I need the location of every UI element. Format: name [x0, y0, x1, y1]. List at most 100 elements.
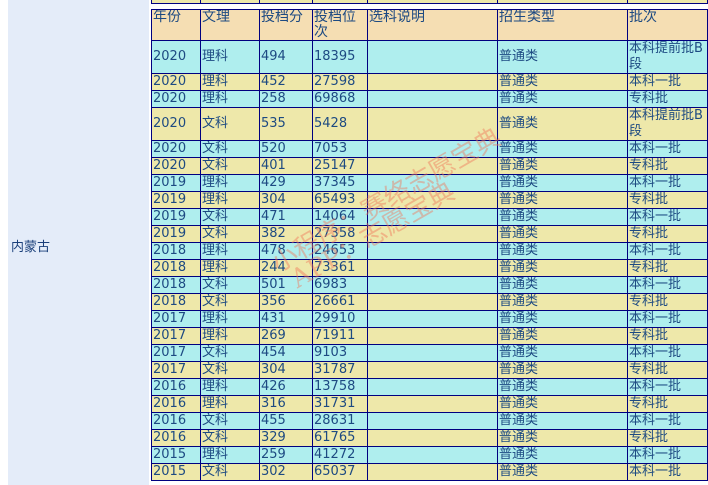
table-row: 2018 理科 244 73361 普通类 专科批: [151, 259, 708, 277]
cell-year: 2016: [151, 378, 201, 396]
header-subject: 文理: [200, 9, 260, 41]
cell-score: 382: [259, 225, 313, 243]
cell-subject: 理科: [200, 310, 260, 328]
table-row: 2020 文科 535 5428 普通类 本科提前批B段: [151, 107, 708, 141]
cell-score: 535: [259, 107, 313, 141]
cell-rank: 14064: [312, 208, 368, 226]
cell-subject-note: [367, 40, 498, 74]
cell-subject-note: [367, 259, 498, 277]
cell-batch: 专科批: [627, 327, 708, 345]
cell-score: 452: [259, 73, 313, 91]
cell-subject: 文科: [200, 344, 260, 362]
cell-score: 501: [259, 276, 313, 294]
cell-batch: 本科一批: [627, 344, 708, 362]
cell-subject-note: [367, 90, 498, 108]
cell-admission-type: 普通类: [497, 140, 628, 158]
cell-subject: 文科: [200, 107, 260, 141]
cell-year: 2018: [151, 276, 201, 294]
table-row: 2019 理科 429 37345 普通类 本科一批: [151, 174, 708, 192]
table-row: 2020 文科 520 7053 普通类 本科一批: [151, 140, 708, 158]
cell-score: 478: [259, 242, 313, 260]
cell-year: 2016: [151, 395, 201, 413]
table-row: 2017 文科 304 31787 普通类 专科批: [151, 361, 708, 379]
cell-admission-type: 普通类: [497, 293, 628, 311]
cell-year: 2020: [151, 107, 201, 141]
cell-rank: 41272: [312, 446, 368, 464]
cell-admission-type: 普通类: [497, 395, 628, 413]
cell-batch: 本科一批: [627, 446, 708, 464]
cell-rank: 65493: [312, 191, 368, 209]
header-score: 投档分: [259, 9, 313, 41]
cell-subject: 理科: [200, 446, 260, 464]
cell-score: 454: [259, 344, 313, 362]
table-row: 2019 理科 304 65493 普通类 专科批: [151, 191, 708, 209]
cell-batch: 专科批: [627, 293, 708, 311]
cell-score: 431: [259, 310, 313, 328]
header-admission-type: 招生类型: [497, 9, 628, 41]
cell-admission-type: 普通类: [497, 40, 628, 74]
cell-year: 2017: [151, 327, 201, 345]
cell-subject-note: [367, 429, 498, 447]
header-batch: 批次: [627, 9, 708, 41]
cell-rank: 18395: [312, 40, 368, 74]
header-subject-note: 选科说明: [367, 9, 498, 41]
cell-rank: 71911: [312, 327, 368, 345]
table-row: 2019 文科 471 14064 普通类 本科一批: [151, 208, 708, 226]
cell-admission-type: 普通类: [497, 90, 628, 108]
cell-score: 304: [259, 361, 313, 379]
cell-year: 2017: [151, 361, 201, 379]
cell-score: 302: [259, 463, 313, 481]
cell-score: 304: [259, 191, 313, 209]
table-row: 2016 理科 426 13758 普通类 本科一批: [151, 378, 708, 396]
cell-rank: 61765: [312, 429, 368, 447]
cell-subject: 理科: [200, 327, 260, 345]
cell-year: 2020: [151, 157, 201, 175]
cell-rank: 25147: [312, 157, 368, 175]
cell-admission-type: 普通类: [497, 259, 628, 277]
table-row: 2020 理科 494 18395 普通类 本科提前批B段: [151, 40, 708, 74]
cell-rank: 69868: [312, 90, 368, 108]
cell-rank: 37345: [312, 174, 368, 192]
cell-batch: 本科提前批B段: [627, 107, 708, 141]
cell-batch: 本科一批: [627, 276, 708, 294]
cell-subject-note: [367, 412, 498, 430]
cell-subject-note: [367, 463, 498, 481]
cell-admission-type: 普通类: [497, 429, 628, 447]
cell-year: 2019: [151, 225, 201, 243]
cell-year: 2018: [151, 242, 201, 260]
cell-admission-type: 普通类: [497, 276, 628, 294]
cell-admission-type: 普通类: [497, 107, 628, 141]
cell-subject: 文科: [200, 225, 260, 243]
cell-batch: 专科批: [627, 90, 708, 108]
cell-batch: 专科批: [627, 395, 708, 413]
cell-year: 2015: [151, 446, 201, 464]
cell-rank: 29910: [312, 310, 368, 328]
table-row: 2019 文科 382 27358 普通类 专科批: [151, 225, 708, 243]
cell-subject-note: [367, 276, 498, 294]
cell-year: 2015: [151, 463, 201, 481]
cell-admission-type: 普通类: [497, 208, 628, 226]
cell-subject: 理科: [200, 378, 260, 396]
cell-subject-note: [367, 293, 498, 311]
cell-subject: 理科: [200, 40, 260, 74]
cell-batch: 专科批: [627, 361, 708, 379]
cell-subject: 文科: [200, 293, 260, 311]
cell-admission-type: 普通类: [497, 242, 628, 260]
cell-year: 2018: [151, 293, 201, 311]
cell-year: 2016: [151, 412, 201, 430]
cell-subject-note: [367, 242, 498, 260]
cell-rank: 13758: [312, 378, 368, 396]
cell-subject: 理科: [200, 90, 260, 108]
cell-admission-type: 普通类: [497, 191, 628, 209]
cell-subject-note: [367, 208, 498, 226]
cell-admission-type: 普通类: [497, 225, 628, 243]
cell-rank: 65037: [312, 463, 368, 481]
table-row: 2018 文科 356 26661 普通类 专科批: [151, 293, 708, 311]
cell-subject-note: [367, 327, 498, 345]
cell-subject-note: [367, 225, 498, 243]
cell-year: 2019: [151, 174, 201, 192]
cell-batch: 本科一批: [627, 208, 708, 226]
table-row: 2018 文科 501 6983 普通类 本科一批: [151, 276, 708, 294]
cell-batch: 本科一批: [627, 412, 708, 430]
cell-subject: 文科: [200, 429, 260, 447]
